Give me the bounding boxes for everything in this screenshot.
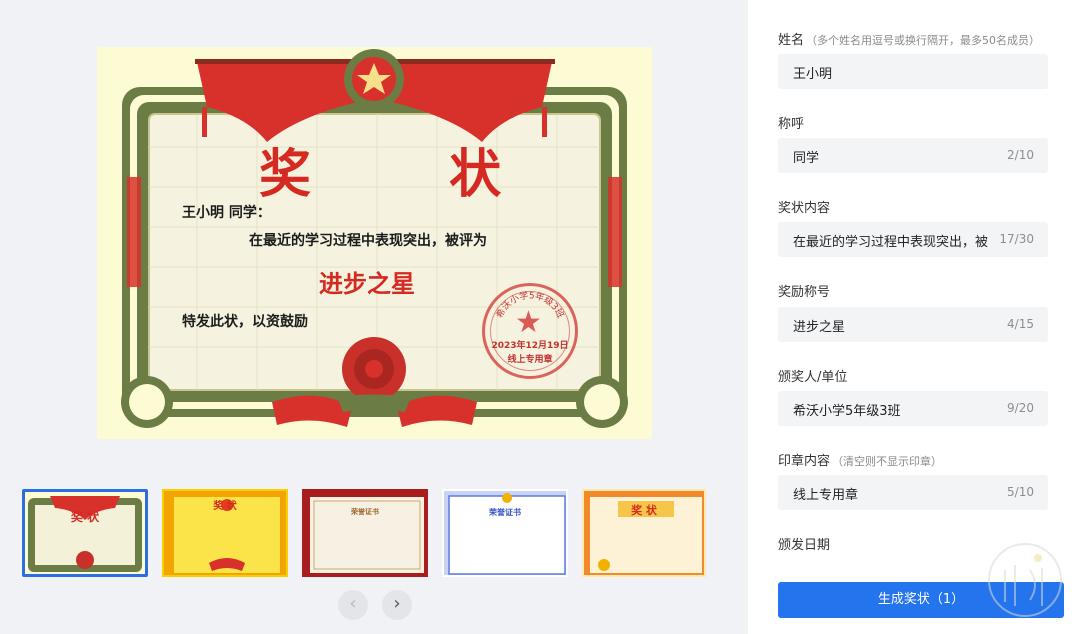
stamp-text: 线上专用章 [507, 355, 553, 365]
stamp-label-text: 印章内容 [778, 454, 831, 469]
certificate-stamp: 希沃小学5年级3班 ★ 2023年12月19日 线上专用章 [482, 283, 578, 379]
certificate-preview: 奖 状 王小明 同学： 在最近的学习过程中表现突出，被评为 进步之星 特发此状，… [97, 47, 652, 439]
award-count: 4/15 [1007, 317, 1034, 331]
stamp-date: 2023年12月19日 [491, 341, 569, 351]
chevron-right-icon: › [393, 593, 401, 614]
stamp-value: 线上专用章 [793, 488, 859, 503]
content-label: 奖状内容 [778, 201, 831, 216]
name-value: 王小明 [793, 67, 833, 82]
template-red-classic[interactable]: 奖 状 [22, 489, 148, 577]
star-icon: ★ [515, 305, 542, 340]
settings-panel: 姓名 （多个姓名用逗号或换行隔开，最多50名成员） 王小明 称呼 同学 2/10 … [748, 0, 1080, 634]
chevron-left-icon: ‹ [349, 593, 357, 614]
name-input[interactable]: 王小明 [778, 54, 1048, 89]
certificate-closing: 特发此状，以资鼓励 [182, 314, 308, 330]
title-label: 称呼 [778, 117, 805, 132]
name-label-text: 姓名 [778, 33, 805, 48]
issuer-input[interactable]: 希沃小学5年级3班 9/20 [778, 391, 1048, 426]
content-value: 在最近的学习过程中表现突出，被评为 [793, 235, 988, 250]
stamp-hint: （清空则不显示印章） [832, 455, 943, 468]
next-button[interactable]: › [382, 590, 412, 620]
certificate-award: 进步之星 [319, 270, 415, 298]
certificate-recipient: 王小明 同学： [182, 205, 271, 221]
thumbnail-label: 荣誉证书 [489, 507, 521, 517]
date-label: 颁发日期 [778, 538, 831, 553]
title-input[interactable]: 同学 2/10 [778, 138, 1048, 173]
template-yellow[interactable]: 奖 状 [162, 489, 288, 577]
name-label: 姓名 （多个姓名用逗号或换行隔开，最多50名成员） [778, 29, 1040, 48]
watermark-logo [988, 543, 1062, 617]
award-label: 奖励称号 [778, 285, 831, 300]
certificate-title: 奖 状 [259, 144, 562, 205]
thumbnail-image [304, 491, 426, 575]
thumbnail-image [28, 496, 142, 572]
thumbnail-label: 荣誉证书 [351, 507, 379, 516]
stamp-label: 印章内容 （清空则不显示印章） [778, 450, 942, 469]
thumbnail-label: 奖 状 [631, 504, 657, 517]
issuer-label: 颁奖人/单位 [778, 370, 848, 385]
thumbnail-label: 奖 状 [213, 501, 237, 512]
template-orange[interactable]: 奖 状 [582, 489, 706, 577]
content-count: 17/30 [999, 232, 1034, 246]
preview-panel: 奖 状 王小明 同学： 在最近的学习过程中表现突出，被评为 进步之星 特发此状，… [0, 0, 748, 634]
name-hint: （多个姓名用逗号或换行隔开，最多50名成员） [806, 34, 1041, 47]
award-value: 进步之星 [793, 320, 846, 335]
thumbnail-label: 奖 状 [70, 510, 100, 524]
template-blue[interactable]: 荣誉证书 [442, 489, 568, 577]
certificate-content: 在最近的学习过程中表现突出，被评为 [249, 233, 487, 249]
stamp-count: 5/10 [1007, 485, 1034, 499]
template-dark-red[interactable]: 荣誉证书 [302, 489, 428, 577]
issuer-value: 希沃小学5年级3班 [793, 404, 901, 419]
award-input[interactable]: 进步之星 4/15 [778, 307, 1048, 342]
prev-button[interactable]: ‹ [338, 590, 368, 620]
content-input[interactable]: 在最近的学习过程中表现突出，被评为 17/30 [778, 222, 1048, 257]
issuer-count: 9/20 [1007, 401, 1034, 415]
stamp-input[interactable]: 线上专用章 5/10 [778, 475, 1048, 510]
title-count: 2/10 [1007, 148, 1034, 162]
title-value: 同学 [793, 151, 820, 166]
thumbnail-image [444, 491, 566, 575]
